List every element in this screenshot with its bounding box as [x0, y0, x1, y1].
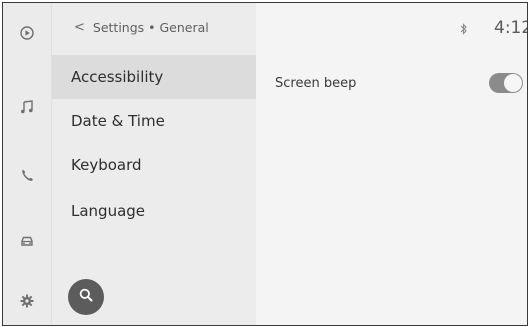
menu-item-keyboard[interactable]: Keyboard — [52, 143, 256, 187]
menu-item-label: Language — [71, 202, 146, 220]
settings-detail: 4:12 Screen beep — [256, 3, 527, 325]
carplay-icon[interactable] — [17, 23, 37, 43]
screen-beep-toggle[interactable] — [489, 73, 523, 93]
search-icon — [78, 287, 94, 307]
toggle-knob — [504, 74, 522, 92]
phone-icon[interactable] — [17, 165, 37, 185]
music-icon[interactable] — [17, 97, 37, 117]
menu-item-language[interactable]: Language — [52, 189, 256, 233]
menu-item-date-time[interactable]: Date & Time — [52, 99, 256, 143]
bluetooth-icon — [460, 23, 468, 38]
settings-gear-icon[interactable] — [17, 291, 37, 311]
car-icon[interactable] — [17, 231, 37, 251]
menu-item-label: Keyboard — [71, 156, 142, 174]
settings-menu: < Settings • General Accessibility Date … — [52, 3, 256, 325]
infotainment-screen: < Settings • General Accessibility Date … — [2, 2, 528, 326]
left-rail — [3, 3, 52, 325]
back-button[interactable]: < — [74, 20, 85, 35]
menu-item-accessibility[interactable]: Accessibility — [52, 55, 256, 99]
search-button[interactable] — [68, 279, 104, 315]
menu-item-label: Accessibility — [71, 68, 164, 86]
screen-beep-label: Screen beep — [275, 76, 357, 91]
breadcrumb-text: Settings • General — [92, 20, 209, 35]
menu-item-label: Date & Time — [71, 112, 165, 130]
clock: 4:12 — [494, 18, 527, 38]
breadcrumb: < Settings • General — [74, 20, 209, 35]
